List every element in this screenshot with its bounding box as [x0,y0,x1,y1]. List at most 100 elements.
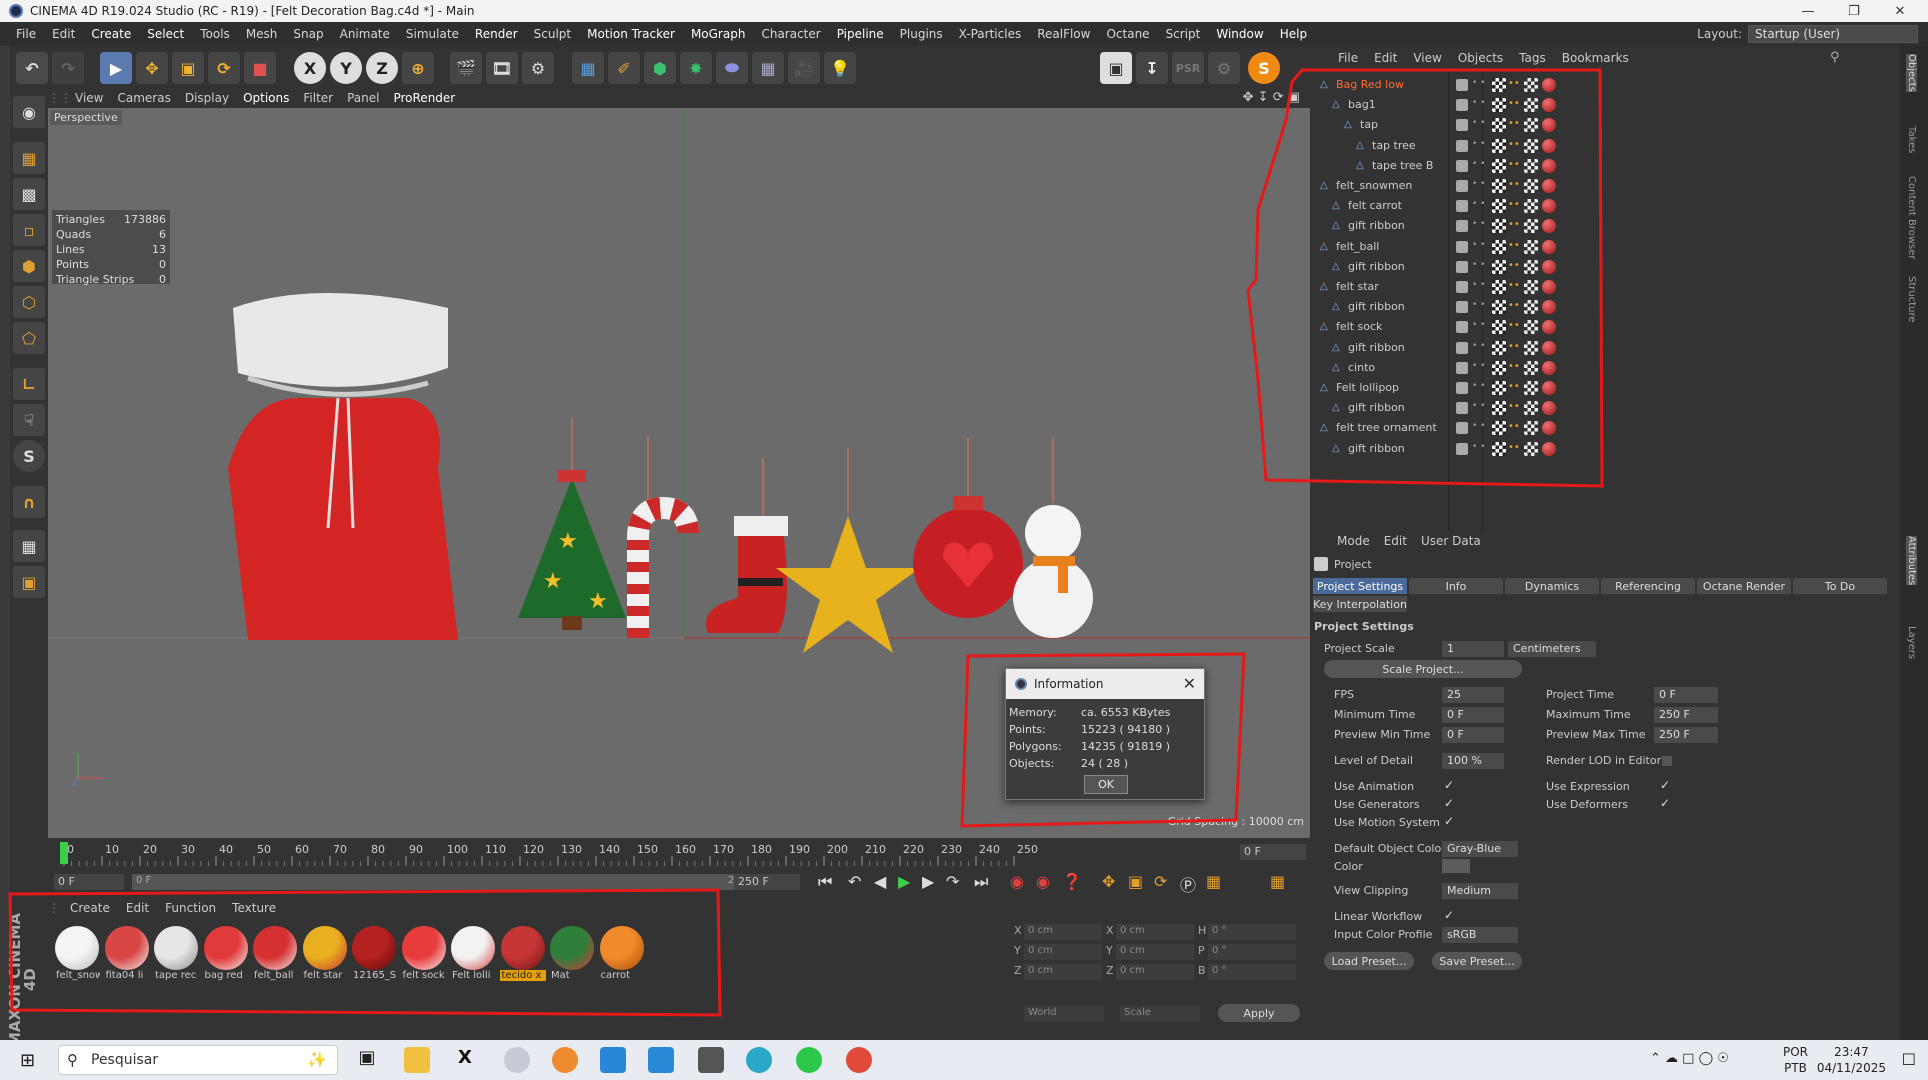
object-name[interactable]: felt sock [1336,320,1382,333]
attr-menu-mode[interactable]: Mode [1330,534,1377,548]
visibility-toggle[interactable] [1456,180,1468,192]
material-tag-icon[interactable] [1542,401,1556,416]
object-name[interactable]: tape tree B [1372,159,1433,172]
vp-menu-cameras[interactable]: Cameras [110,91,177,105]
object-row[interactable]: △ felt_ball • • •• [1310,238,1900,256]
taskbar-clock[interactable]: 23:47 04/11/2025 [1817,1044,1886,1076]
chrome-icon[interactable] [846,1047,872,1073]
linear-workflow-check-icon[interactable]: ✓ [1444,908,1454,922]
project-scale-unit[interactable]: Centimeters [1508,641,1596,657]
material-swatch[interactable]: fita04 li [104,926,150,982]
material-tag-icon[interactable] [1542,239,1556,254]
workplane-icon[interactable]: ⚙ [1208,52,1240,84]
dot-tag-icon[interactable]: •• [1508,159,1522,173]
deformer-icon[interactable]: ⬬ [716,52,748,84]
object-row[interactable]: △ gift ribbon • • •• [1310,217,1900,235]
make-editable-icon[interactable]: ◉ [13,96,45,128]
obj-menu-edit[interactable]: Edit [1366,51,1405,65]
material-swatch[interactable]: tape rec [153,926,199,982]
render-visibility-dots[interactable]: • • [1472,98,1485,108]
magnet-icon[interactable]: ∩ [13,486,45,518]
material-tag-icon[interactable] [1542,158,1556,173]
render-visibility-dots[interactable]: • • [1472,381,1485,391]
object-row[interactable]: △ tape tree B • • •• [1310,157,1900,175]
object-name[interactable]: Felt lollipop [1336,381,1399,394]
render-visibility-dots[interactable]: • • [1472,118,1485,128]
x-axis-icon[interactable]: X [294,52,326,84]
texture-tag-icon[interactable] [1524,441,1538,456]
material-tag-icon[interactable] [1542,441,1556,456]
object-row[interactable]: △ gift ribbon • • •• [1310,399,1900,417]
texture-tag-icon[interactable] [1524,259,1538,274]
rtab-takes[interactable]: Takes [1906,126,1917,153]
obj-menu-objects[interactable]: Objects [1450,51,1511,65]
blue-app-icon[interactable] [600,1047,626,1073]
octane-download-icon[interactable]: ↧ [1136,52,1168,84]
key-position-icon[interactable]: ✥ [1102,872,1115,891]
visibility-toggle[interactable] [1456,200,1468,213]
material-tag-icon[interactable] [1542,300,1556,315]
dot-tag-icon[interactable]: •• [1508,260,1522,274]
timeline-window-icon[interactable]: ▦ [1270,872,1285,891]
cloner-icon[interactable]: ✸ [680,52,712,84]
texture-tag-icon[interactable] [1524,138,1538,153]
vp-menu-view[interactable]: View [68,91,110,105]
menu-sculpt[interactable]: Sculpt [526,27,579,41]
menu-create[interactable]: Create [83,27,139,41]
keyframe-selection-icon[interactable]: ❓ [1062,872,1082,891]
render-visibility-dots[interactable]: • • [1472,361,1485,371]
prev-frame-icon[interactable]: ◀ [874,872,886,891]
windows-start-icon[interactable]: ⊞ [20,1050,35,1071]
axis-mode-icon[interactable]: ∟ [13,368,45,400]
object-row[interactable]: △ gift ribbon • • •• [1310,440,1900,458]
menu-mesh[interactable]: Mesh [238,27,286,41]
material-tag-icon[interactable] [1542,360,1556,375]
key-rotation-icon[interactable]: ⟳ [1154,872,1167,891]
dot-tag-icon[interactable]: •• [1508,179,1522,193]
object-row[interactable]: △ gift ribbon • • •• [1310,298,1900,316]
visibility-toggle[interactable] [1456,281,1468,293]
render-visibility-dots[interactable]: • • [1472,341,1485,351]
default-color-dropdown[interactable]: Gray-Blue [1442,841,1518,857]
texture-tag-icon[interactable] [1524,421,1538,436]
fps-field[interactable]: 25 [1442,687,1504,703]
object-name[interactable]: tap tree [1372,139,1416,152]
substance-icon[interactable]: S [1248,52,1280,84]
material-swatch[interactable]: felt sock [401,926,447,982]
preview-range-bar[interactable]: 0 F250 F [132,874,762,890]
menu-simulate[interactable]: Simulate [398,27,467,41]
key-parameter-icon[interactable]: Ⓟ [1180,872,1196,896]
phong-tag-icon[interactable] [1492,441,1506,456]
visibility-toggle[interactable] [1456,220,1468,233]
material-tag-icon[interactable] [1542,179,1556,193]
visibility-toggle[interactable] [1456,99,1468,112]
input-language[interactable]: POR PTB [1783,1044,1808,1076]
object-name[interactable]: felt_snowmen [1336,179,1412,192]
material-tag-icon[interactable] [1542,421,1556,436]
object-row[interactable]: △ bag1 • • •• [1310,96,1900,114]
phong-tag-icon[interactable] [1492,421,1506,436]
system-tray-icons[interactable]: ⌃ ☁ □ ◯ ☉ [1650,1051,1729,1066]
autokey-icon[interactable]: ◉ [1036,872,1050,891]
render-visibility-dots[interactable]: • • [1472,78,1485,88]
phong-tag-icon[interactable] [1492,118,1506,133]
material-tag-icon[interactable] [1542,138,1556,153]
tab-to-do[interactable]: To Do [1793,578,1887,594]
lock-workplane-icon[interactable]: ▣ [13,566,45,598]
object-name[interactable]: felt_ball [1336,240,1379,253]
vscode-icon[interactable] [648,1047,674,1073]
phong-tag-icon[interactable] [1492,381,1506,395]
psr-icon[interactable]: PSR [1172,52,1204,84]
visibility-toggle[interactable] [1456,79,1468,91]
texture-tag-icon[interactable] [1524,219,1538,234]
object-row[interactable]: △ felt star • • •• [1310,278,1900,296]
object-row[interactable]: △ felt tree ornament • • •• [1310,419,1900,437]
light-icon[interactable]: 💡 [824,52,856,84]
menu-mograph[interactable]: MoGraph [683,27,754,41]
close-icon[interactable]: ✕ [1877,0,1923,22]
object-row[interactable]: △ felt carrot • • •• [1310,197,1900,215]
calculator-icon[interactable] [698,1047,724,1073]
object-name[interactable]: felt star [1336,280,1379,293]
vp-menu-display[interactable]: Display [178,91,236,105]
render-picture-viewer-icon[interactable]: 🎞 [486,52,518,84]
